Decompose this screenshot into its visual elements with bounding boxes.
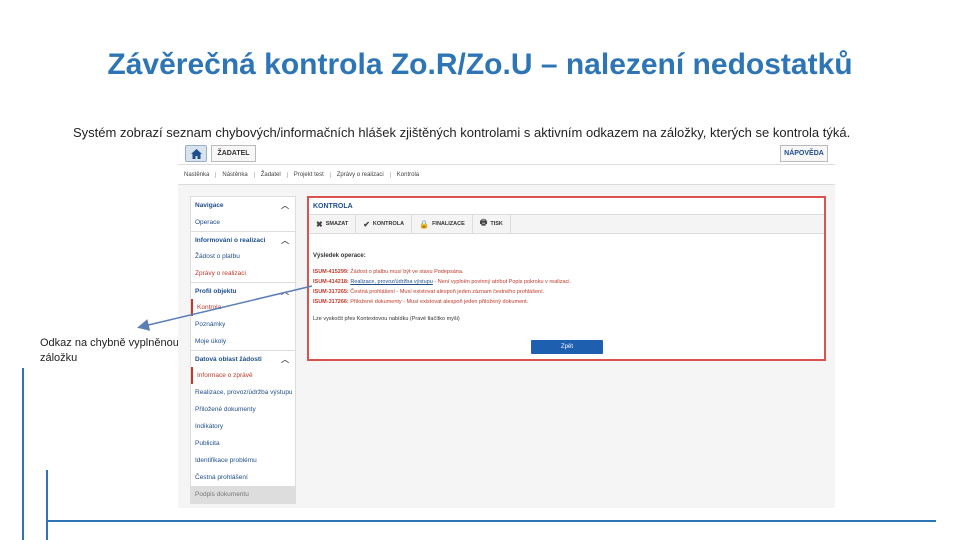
check-icon: ✔ xyxy=(363,219,370,229)
delete-button-label: SMAZAT xyxy=(325,221,349,227)
result-line: ISUM-415299: Žádost o platbu musí být ve… xyxy=(313,269,463,275)
result-text: Čestná prohlášení - Musí existovat alesp… xyxy=(348,289,545,295)
print-button[interactable]: 🖶 TISK xyxy=(473,214,511,234)
decor-line-vertical-2 xyxy=(46,470,48,540)
breadcrumb-item[interactable]: Zprávy o realizaci xyxy=(331,171,391,178)
sidebar-item-label: Profil objektu xyxy=(195,288,237,295)
breadcrumb-item[interactable]: Nastěnka xyxy=(184,171,217,178)
result-text: Přiložené dokumenty - Musí existovat ale… xyxy=(348,299,529,305)
chevron-up-icon: ︿ xyxy=(281,355,289,364)
finalize-button[interactable]: 🔒 FINALIZACE xyxy=(412,214,473,234)
page-title: Závěrečná kontrola Zo.R/Zo.U – nalezení … xyxy=(107,48,853,81)
sidebar-header-datova-oblast[interactable]: Datová oblast žádosti ︿ xyxy=(191,350,295,367)
result-line: ISUM-317266: Přiložené dokumenty - Musí … xyxy=(313,299,528,305)
sidebar-header-informovani[interactable]: Informování o realizaci ︿ xyxy=(191,231,295,248)
home-button[interactable] xyxy=(185,145,207,162)
sidebar-item-identifikace-problemu[interactable]: Identifikace problému xyxy=(191,452,295,469)
sidebar-item-zadost-o-platbu[interactable]: Žádost o platbu xyxy=(191,248,295,265)
back-button[interactable]: Zpět xyxy=(531,340,603,354)
result-code: ISUM-414218: xyxy=(313,279,349,285)
app-screenshot: ŽADATEL NÁPOVĚDA Nastěnka Nástěnka Žadat… xyxy=(178,141,835,508)
callout-label: Odkaz na chybně vyplněnou záložku xyxy=(40,337,179,364)
finalize-button-label: FINALIZACE xyxy=(432,221,465,227)
breadcrumb-item[interactable]: Kontrola xyxy=(391,172,425,178)
app-topbar: ŽADATEL NÁPOVĚDA xyxy=(178,141,835,165)
print-icon: 🖶 xyxy=(479,218,488,227)
sidebar-header-navigace[interactable]: Navigace ︿ xyxy=(191,197,295,214)
sidebar-item-realizace-provoz[interactable]: Realizace, provoz/údržba výstupu xyxy=(191,384,295,401)
result-link-realizace[interactable]: Realizace, provoz/údržba výstupu xyxy=(350,279,433,285)
result-code: ISUM-317265: xyxy=(313,289,349,295)
breadcrumb: Nastěnka Nástěnka Žadatel Projekt test Z… xyxy=(178,165,835,185)
sidebar: Navigace ︿ Operace Informování o realizac… xyxy=(190,196,296,504)
chevron-up-icon: ︿ xyxy=(281,201,289,210)
sidebar-item-kontrola[interactable]: Kontrola xyxy=(191,299,295,316)
result-title: Výsledek operace: xyxy=(313,253,366,259)
sidebar-item-label: Navigace xyxy=(195,202,224,209)
home-icon xyxy=(191,149,202,159)
check-button-label: KONTROLA xyxy=(372,221,405,227)
control-toolbar: ✖ SMAZAT ✔ KONTROLA 🔒 FINALIZACE 🖶 TISK xyxy=(309,214,824,234)
result-text: Žádost o platbu musí být ve stavu Podeps… xyxy=(348,269,464,275)
lock-icon: 🔒 xyxy=(419,219,430,229)
check-button[interactable]: ✔ KONTROLA xyxy=(356,214,413,234)
breadcrumb-item[interactable]: Žadatel xyxy=(255,171,288,178)
control-panel-title: KONTROLA xyxy=(309,198,824,215)
sidebar-item-indikatory[interactable]: Indikátory xyxy=(191,418,295,435)
delete-button[interactable]: ✖ SMAZAT xyxy=(309,214,357,234)
decor-line-vertical-1 xyxy=(22,368,24,540)
sidebar-item-zpravy-o-realizaci[interactable]: Zprávy o realizaci xyxy=(191,265,295,282)
sidebar-item-poznamky[interactable]: Poznámky xyxy=(191,316,295,333)
slide-description: Systém zobrazí seznam chybových/informač… xyxy=(73,125,851,140)
print-button-label: TISK xyxy=(490,221,503,227)
sidebar-item-podpis-dokumentu: Podpis dokumentu xyxy=(191,486,295,503)
control-panel: KONTROLA ✖ SMAZAT ✔ KONTROLA 🔒 FINALIZACE 🖶… xyxy=(307,196,826,361)
role-tab-zadatel[interactable]: ŽADATEL xyxy=(211,145,256,162)
sidebar-header-profil-objektu[interactable]: Profil objektu ︿ xyxy=(191,282,295,299)
sidebar-item-label: Informování o realizaci xyxy=(195,237,266,244)
sidebar-item-moje-ukoly[interactable]: Moje úkoly xyxy=(191,333,295,350)
sidebar-item-publicita[interactable]: Publicita xyxy=(191,435,295,452)
help-button[interactable]: NÁPOVĚDA xyxy=(780,145,828,162)
sidebar-item-informace-o-zprave[interactable]: Informace o zprávě xyxy=(191,367,295,384)
breadcrumb-item[interactable]: Nástěnka xyxy=(216,171,255,178)
context-menu-note: Lze vyskočit přes Kontextovou nabídku (P… xyxy=(313,316,460,322)
result-line: ISUM-414218: Realizace, provoz/údržba vý… xyxy=(313,279,571,285)
close-icon: ✖ xyxy=(316,219,323,229)
breadcrumb-item[interactable]: Projekt test xyxy=(288,171,331,178)
chevron-up-icon: ︿ xyxy=(281,236,289,245)
sidebar-item-operace[interactable]: Operace xyxy=(191,214,295,231)
sidebar-item-cestna-prohlaseni[interactable]: Čestná prohlášení xyxy=(191,469,295,486)
result-code: ISUM-317266: xyxy=(313,299,349,305)
result-line: ISUM-317265: Čestná prohlášení - Musí ex… xyxy=(313,289,544,295)
decor-line-horizontal xyxy=(46,520,936,522)
sidebar-item-prilozene-dokumenty[interactable]: Přiložené dokumenty xyxy=(191,401,295,418)
sidebar-item-label: Datová oblast žádosti xyxy=(195,356,262,363)
result-code: ISUM-415299: xyxy=(313,269,349,275)
result-text: - Není vyplněn povinný atribut Popis pok… xyxy=(432,279,572,285)
chevron-up-icon: ︿ xyxy=(281,287,289,296)
